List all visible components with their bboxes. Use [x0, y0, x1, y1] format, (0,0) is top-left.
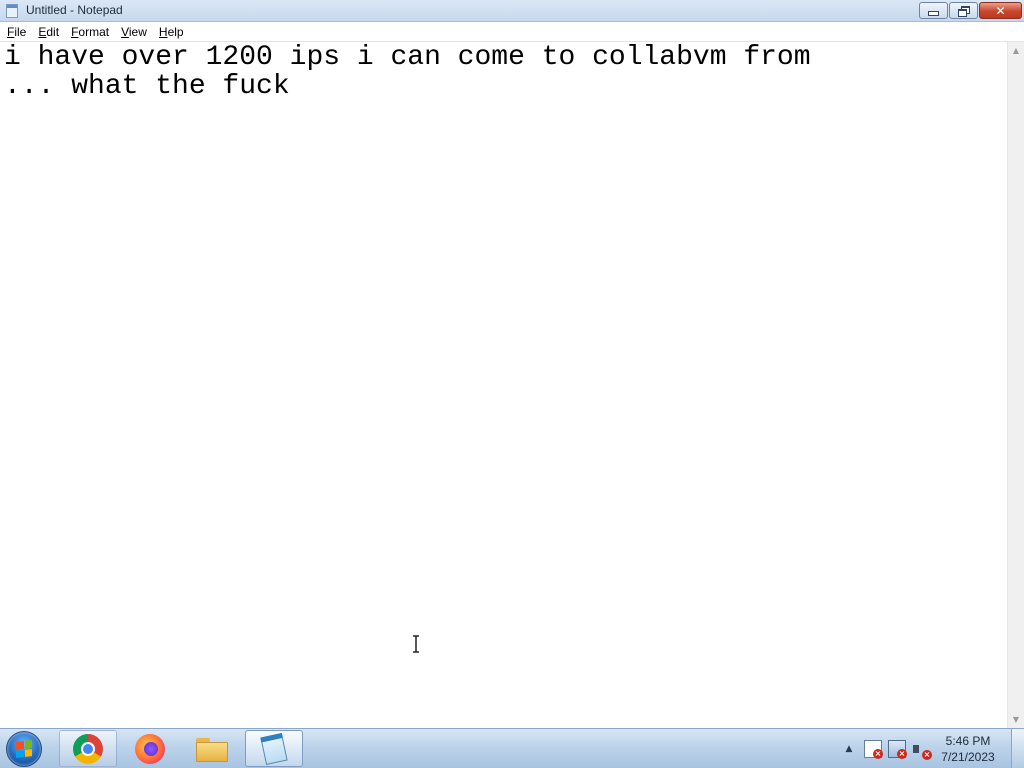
editor-text[interactable]: i have over 1200 ips i can come to colla… — [4, 43, 811, 101]
menu-format[interactable]: Format — [65, 23, 115, 41]
notepad-icon — [258, 732, 289, 765]
menu-help[interactable]: Help — [153, 23, 190, 41]
scroll-down-arrow-icon[interactable]: ▼ — [1008, 711, 1024, 728]
menu-edit[interactable]: Edit — [32, 23, 65, 41]
title-bar[interactable]: Untitled - Notepad ✕ — [0, 0, 1024, 22]
menu-view[interactable]: View — [115, 23, 153, 41]
window-title: Untitled - Notepad — [26, 3, 123, 17]
restore-icon — [957, 5, 970, 17]
folder-icon — [196, 736, 228, 762]
restore-button[interactable] — [949, 2, 978, 19]
scroll-up-arrow-icon[interactable]: ▲ — [1008, 42, 1024, 59]
show-hidden-icons-icon[interactable]: ▲ — [842, 744, 856, 754]
network-icon[interactable]: × — [888, 739, 907, 759]
text-editor-area[interactable]: i have over 1200 ips i can come to colla… — [0, 42, 1007, 728]
taskbar-clock[interactable]: 5:46 PM 7/21/2023 — [936, 733, 1000, 765]
minimize-icon — [928, 11, 939, 16]
close-icon: ✕ — [995, 3, 1006, 18]
taskbar-firefox-button[interactable] — [121, 730, 179, 767]
taskbar: ▲ × × × 5:46 PM 7/21/2023 — [0, 728, 1024, 768]
show-desktop-button[interactable] — [1011, 729, 1024, 768]
taskbar-notepad-button[interactable] — [245, 730, 303, 767]
windows-logo-icon — [16, 740, 32, 758]
desktop-screen: Untitled - Notepad ✕ File Edit Format Vi… — [0, 0, 1024, 768]
text-cursor-icon — [413, 635, 419, 653]
close-button[interactable]: ✕ — [979, 2, 1022, 19]
taskbar-explorer-button[interactable] — [183, 730, 241, 767]
clock-date: 7/21/2023 — [941, 749, 995, 764]
start-button[interactable] — [6, 731, 42, 767]
taskbar-chrome-button[interactable] — [59, 730, 117, 767]
firefox-icon — [135, 733, 165, 764]
action-center-flag-icon[interactable]: × — [864, 739, 883, 759]
volume-muted-icon[interactable]: × — [912, 740, 932, 760]
chrome-icon — [73, 733, 103, 764]
clock-time: 5:46 PM — [945, 733, 991, 748]
vertical-scrollbar[interactable]: ▲ ▼ — [1007, 42, 1024, 728]
window-controls: ✕ — [919, 2, 1022, 20]
minimize-button[interactable] — [919, 2, 948, 19]
menu-bar: File Edit Format View Help — [0, 22, 1024, 42]
menu-file[interactable]: File — [1, 23, 32, 41]
system-tray: ▲ × × × 5:46 PM 7/21/2023 — [842, 729, 1000, 768]
notepad-app-icon[interactable] — [6, 4, 18, 18]
